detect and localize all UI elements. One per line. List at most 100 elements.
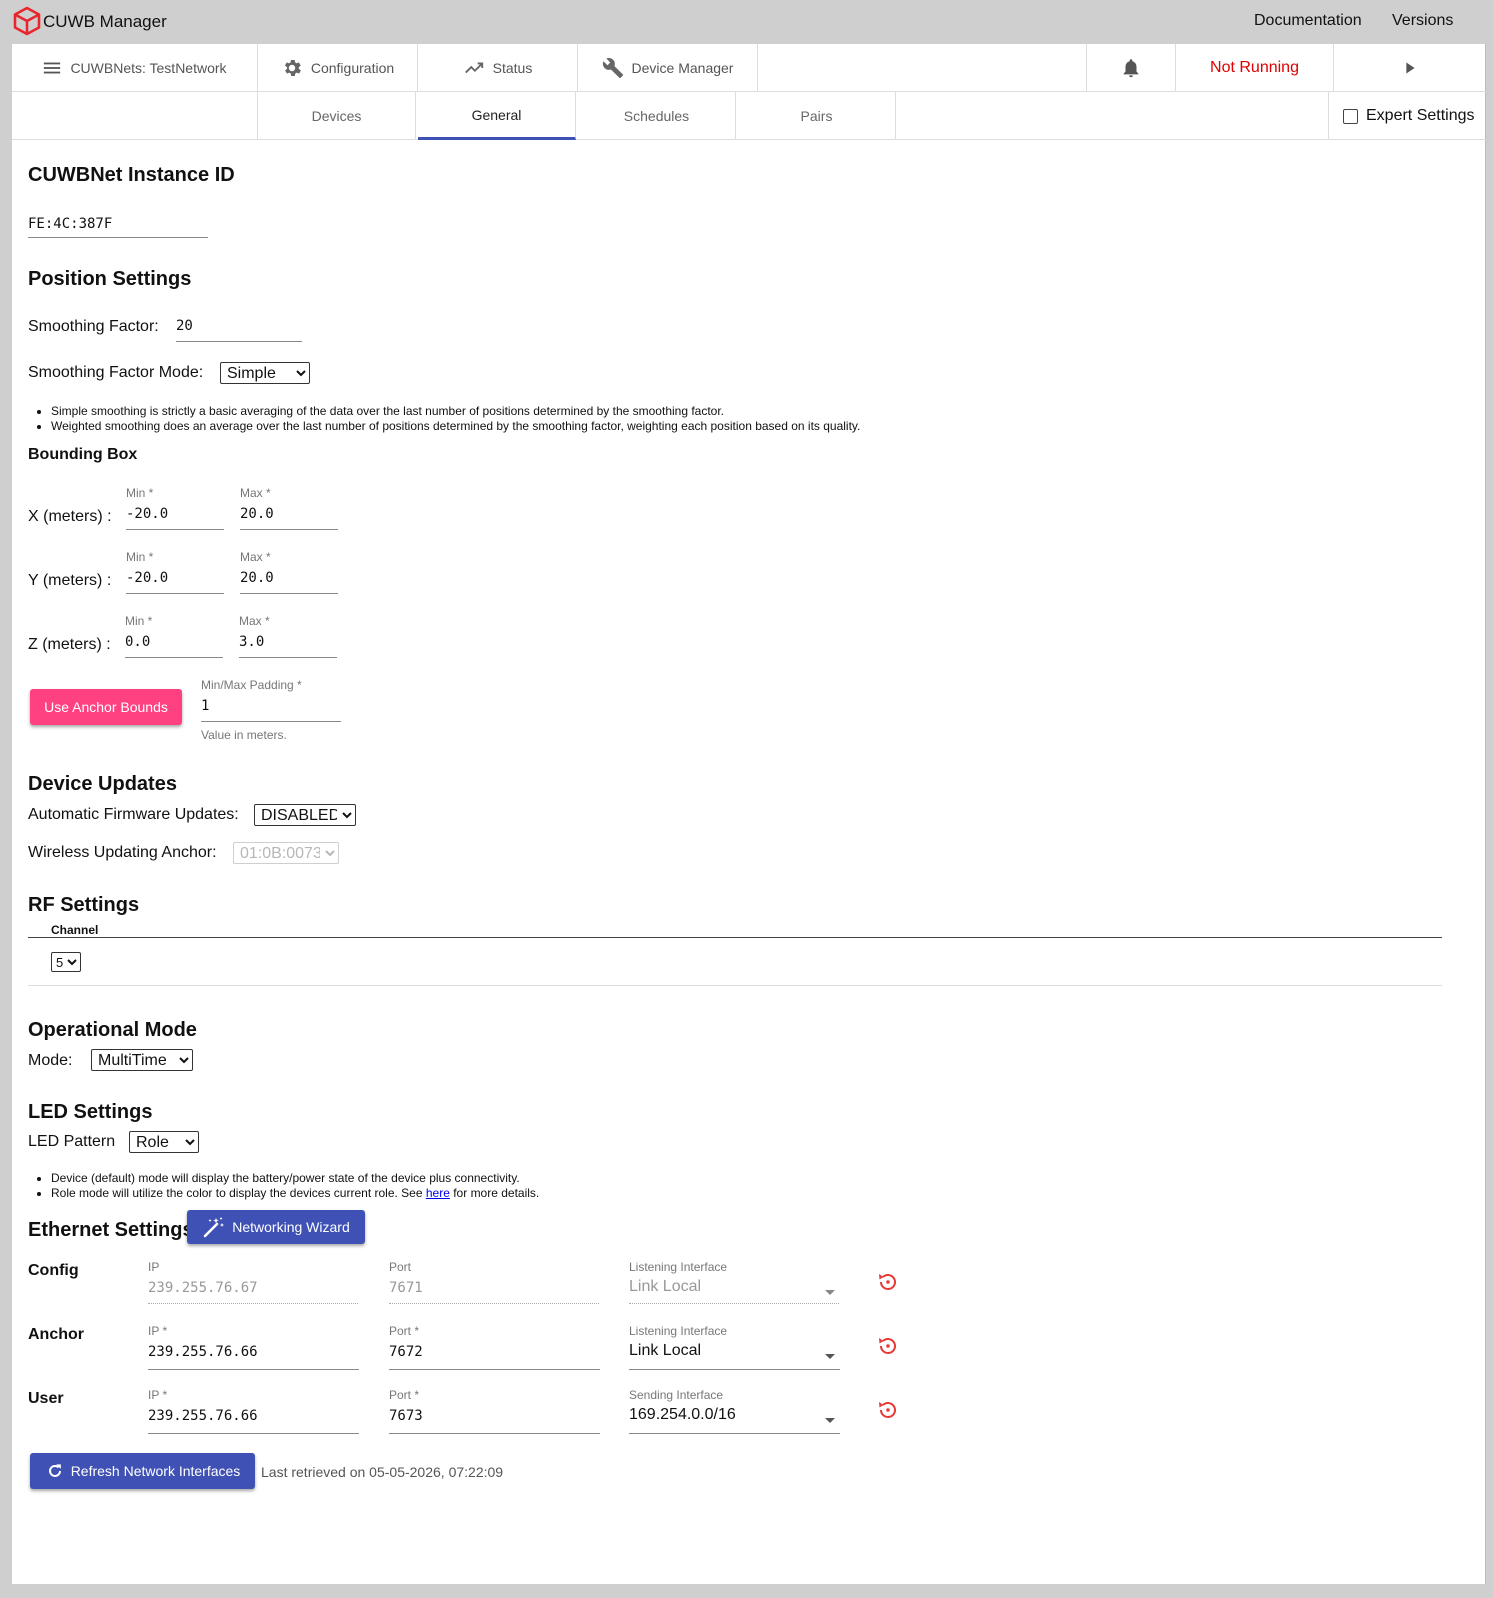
- sub-tabs: Devices General Schedules Pairs Expert S…: [12, 92, 1486, 140]
- versions-link[interactable]: Versions: [1392, 12, 1453, 30]
- bbox-row-label: Z (meters) :: [28, 636, 111, 653]
- port-label: Port *: [389, 1388, 420, 1402]
- channel-select[interactable]: 5: [51, 952, 81, 972]
- mode-select[interactable]: MultiTime: [91, 1049, 193, 1071]
- user-ip-input[interactable]: 239.255.76.66: [148, 1408, 359, 1434]
- bbox-min-label: Min *: [126, 550, 154, 564]
- user-port-input[interactable]: 7673: [389, 1408, 600, 1434]
- reset-icon[interactable]: [876, 1398, 900, 1422]
- bbox-row-x: X (meters) : Min * -20.0 Max * 20.0: [12, 484, 412, 554]
- bbox-row-z: Z (meters) : Min * 0.0 Max * 3.0: [12, 612, 412, 682]
- port-label: Port: [389, 1260, 412, 1274]
- config-ip-input[interactable]: 239.255.76.67: [148, 1280, 358, 1304]
- trending-line-icon: [464, 62, 483, 74]
- smoothing-factor-label: Smoothing Factor:: [28, 318, 159, 335]
- bbox-x-min-input[interactable]: -20.0: [126, 506, 224, 530]
- device-manager-label: Device Manager: [631, 60, 734, 76]
- smoothing-mode-label: Smoothing Factor Mode:: [28, 364, 204, 381]
- expert-settings-checkbox[interactable]: [1343, 108, 1358, 124]
- app-panel: CUWBNets: TestNetwork Configuration Stat…: [12, 44, 1486, 1584]
- bbox-z-max-input[interactable]: 3.0: [239, 634, 337, 658]
- cuwbnets-label: CUWBNets: TestNetwork: [70, 60, 227, 76]
- instance-id-field[interactable]: FE:4C:387F: [28, 216, 208, 238]
- config-port-input[interactable]: 7671: [389, 1280, 599, 1304]
- bbox-y-max-input[interactable]: 20.0: [240, 570, 338, 594]
- cuwbnets-menu[interactable]: CUWBNets: TestNetwork: [12, 44, 258, 92]
- status-label: Status: [492, 60, 533, 76]
- top-bar: CUWB Manager Documentation Versions: [0, 0, 1493, 44]
- smoothing-note: Simple smoothing is strictly a basic ave…: [51, 404, 1412, 419]
- cube-logo-icon: [13, 6, 41, 36]
- bounding-box-heading: Bounding Box: [28, 446, 138, 463]
- anchor-ip-input[interactable]: 239.255.76.66: [148, 1344, 359, 1370]
- expert-settings-toggle[interactable]: Expert Settings: [1328, 92, 1486, 140]
- subtab-pairs[interactable]: Pairs: [738, 92, 896, 140]
- tab-configuration[interactable]: Configuration: [258, 44, 418, 92]
- bell-icon: [1123, 59, 1139, 78]
- anchor-port-input[interactable]: 7672: [389, 1344, 600, 1370]
- padding-label: Min/Max Padding *: [201, 678, 302, 692]
- instance-id-heading: CUWBNet Instance ID: [28, 164, 235, 186]
- smoothing-note: Weighted smoothing does an average over …: [51, 419, 1412, 434]
- position-settings-heading: Position Settings: [28, 268, 192, 290]
- expert-settings-label: Expert Settings: [1366, 107, 1475, 124]
- ethernet-row-anchor: Anchor IP * 239.255.76.66 Port * 7672 Li…: [12, 1320, 1012, 1380]
- channel-header-divider: [28, 937, 1442, 938]
- play-button[interactable]: [1334, 44, 1486, 92]
- led-note: Role mode will utilize the color to disp…: [51, 1186, 1412, 1201]
- reset-icon[interactable]: [876, 1270, 900, 1294]
- subtab-general[interactable]: General: [418, 92, 576, 140]
- config-interface-select[interactable]: Link Local: [629, 1278, 839, 1304]
- anchor-interface-select[interactable]: Link Local: [629, 1342, 840, 1370]
- refresh-interfaces-button[interactable]: Refresh Network Interfaces: [30, 1453, 255, 1489]
- bbox-row-y: Y (meters) : Min * -20.0 Max * 20.0: [12, 548, 412, 618]
- wireless-anchor-select[interactable]: 01:0B:0073: [233, 842, 339, 864]
- bbox-row-label: X (meters) :: [28, 508, 112, 525]
- documentation-link[interactable]: Documentation: [1254, 12, 1362, 30]
- padding-input[interactable]: 1: [201, 698, 341, 722]
- user-interface-select[interactable]: 169.254.0.0/16: [629, 1406, 840, 1434]
- auto-fw-select[interactable]: DISABLED: [254, 804, 356, 826]
- play-icon: [1406, 62, 1415, 74]
- networking-wizard-button[interactable]: Networking Wizard: [187, 1210, 365, 1244]
- run-status-label: Not Running: [1210, 59, 1299, 76]
- networking-wizard-label: Networking Wizard: [232, 1219, 350, 1235]
- ethernet-settings-heading: Ethernet Settings: [28, 1219, 194, 1241]
- bbox-x-max-input[interactable]: 20.0: [240, 506, 338, 530]
- rf-divider: [28, 985, 1442, 986]
- dropdown-caret-icon: [825, 1290, 835, 1295]
- led-pattern-select[interactable]: Role: [129, 1131, 199, 1153]
- gear-icon: [284, 60, 301, 76]
- ethernet-row-name: Config: [28, 1262, 79, 1279]
- led-note-text: Role mode will utilize the color to disp…: [51, 1186, 426, 1200]
- led-note: Device (default) mode will display the b…: [51, 1171, 1412, 1186]
- bbox-max-label: Max *: [239, 614, 270, 628]
- dropdown-caret-icon: [825, 1418, 835, 1423]
- bbox-row-label: Y (meters) :: [28, 572, 112, 589]
- notifications-button[interactable]: [1086, 44, 1176, 92]
- ip-label: IP: [148, 1260, 160, 1274]
- subtab-devices[interactable]: Devices: [258, 92, 416, 140]
- bbox-min-label: Min *: [126, 486, 154, 500]
- subtab-schedules[interactable]: Schedules: [578, 92, 736, 140]
- smoothing-mode-select[interactable]: Simple: [220, 362, 310, 384]
- sub-tabs-spacer: [12, 92, 258, 140]
- padding-help: Value in meters.: [201, 728, 287, 742]
- tab-status[interactable]: Status: [418, 44, 578, 92]
- ethernet-row-user: User IP * 239.255.76.66 Port * 7673 Send…: [12, 1384, 1012, 1444]
- led-pattern-label: LED Pattern: [28, 1133, 116, 1150]
- operational-mode-heading: Operational Mode: [28, 1019, 197, 1041]
- device-updates-heading: Device Updates: [28, 773, 177, 795]
- smoothing-factor-input[interactable]: 20: [176, 318, 302, 342]
- wrench-icon: [602, 58, 623, 79]
- reset-icon[interactable]: [876, 1334, 900, 1358]
- bbox-z-min-input[interactable]: 0.0: [125, 634, 223, 658]
- ip-label: IP *: [148, 1324, 168, 1338]
- refresh-icon: [48, 1464, 61, 1477]
- bbox-y-min-input[interactable]: -20.0: [126, 570, 224, 594]
- tab-device-manager[interactable]: Device Manager: [578, 44, 758, 92]
- led-help-link[interactable]: here: [426, 1186, 450, 1200]
- bbox-min-label: Min *: [125, 614, 153, 628]
- use-anchor-bounds-button[interactable]: Use Anchor Bounds: [30, 689, 182, 725]
- port-label: Port *: [389, 1324, 420, 1338]
